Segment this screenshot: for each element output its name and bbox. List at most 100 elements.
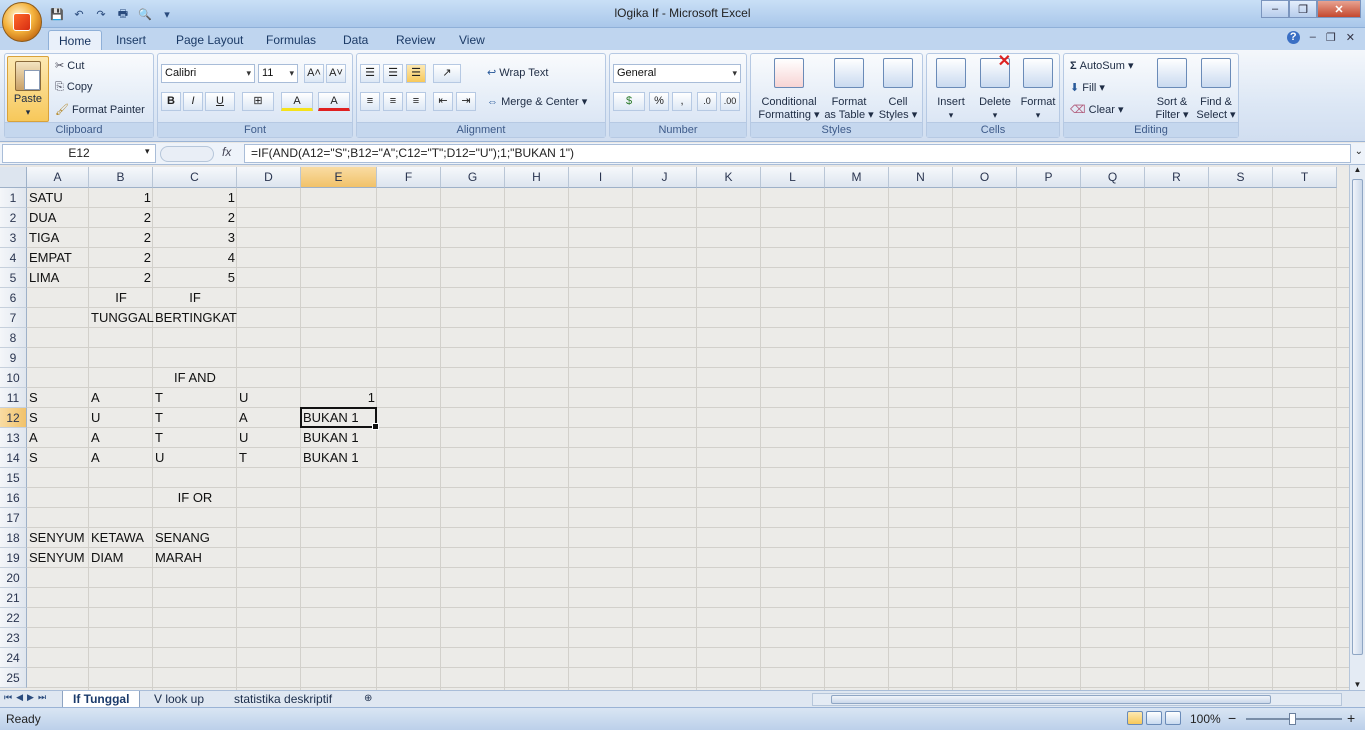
last-sheet-icon[interactable]: ⏭	[38, 692, 46, 703]
row-header-8[interactable]: 8	[0, 328, 27, 348]
row-header-10[interactable]: 10	[0, 368, 27, 388]
column-header-k[interactable]: K	[697, 167, 761, 188]
underline-button[interactable]: U	[205, 92, 235, 111]
cell-c3[interactable]: 3	[153, 228, 237, 248]
row-header-5[interactable]: 5	[0, 268, 27, 288]
cell-b11[interactable]: A	[89, 388, 153, 408]
cell-c12[interactable]: T	[153, 408, 237, 428]
find-select-button[interactable]: Find & Select ▾	[1194, 56, 1238, 122]
workbook-close-button[interactable]: ✕	[1346, 31, 1355, 44]
horizontal-scrollbar[interactable]	[812, 693, 1342, 706]
name-box[interactable]: E12	[2, 144, 156, 163]
row-header-15[interactable]: 15	[0, 468, 27, 488]
cell-c14[interactable]: U	[153, 448, 237, 468]
row-header-9[interactable]: 9	[0, 348, 27, 368]
column-header-r[interactable]: R	[1145, 167, 1209, 188]
wrap-text-button[interactable]: ↩ Wrap Text	[487, 66, 548, 79]
cell-c1[interactable]: 1	[153, 188, 237, 208]
cell-b19[interactable]: DIAM	[89, 548, 153, 568]
cell-d11[interactable]: U	[237, 388, 301, 408]
format-cells-button[interactable]: Format ▾	[1017, 56, 1059, 122]
expand-formula-bar-icon[interactable]: ⌄	[1355, 146, 1363, 157]
workbook-restore-button[interactable]: ❐	[1326, 31, 1336, 44]
insert-sheet-icon[interactable]: ⊕	[354, 691, 382, 708]
cell-d12[interactable]: A	[237, 408, 301, 428]
cell-c18[interactable]: SENANG	[153, 528, 237, 548]
row-header-14[interactable]: 14	[0, 448, 27, 468]
row-header-11[interactable]: 11	[0, 388, 27, 408]
cell-a14[interactable]: S	[27, 448, 89, 468]
cell-b5[interactable]: 2	[89, 268, 153, 288]
formula-input[interactable]: =IF(AND(A12="S";B12="A";C12="T";D12="U")…	[244, 144, 1351, 163]
horizontal-scroll-thumb[interactable]	[831, 695, 1271, 704]
zoom-out-button[interactable]: −	[1228, 710, 1236, 726]
column-header-b[interactable]: B	[89, 167, 153, 188]
sort-filter-button[interactable]: Sort & Filter ▾	[1150, 56, 1194, 122]
column-header-j[interactable]: J	[633, 167, 697, 188]
cell-b18[interactable]: KETAWA	[89, 528, 153, 548]
cell-styles-button[interactable]: Cell Styles ▾	[875, 56, 921, 122]
row-header-22[interactable]: 22	[0, 608, 27, 628]
merge-center-button[interactable]: ⇔ Merge & Center ▾	[487, 95, 587, 108]
column-header-f[interactable]: F	[377, 167, 441, 188]
column-header-h[interactable]: H	[505, 167, 569, 188]
cell-c10[interactable]: IF AND	[89, 368, 301, 388]
row-header-4[interactable]: 4	[0, 248, 27, 268]
cell-c13[interactable]: T	[153, 428, 237, 448]
grow-font-button[interactable]: A˄	[304, 64, 324, 83]
tab-insert[interactable]: Insert	[106, 30, 156, 50]
cell-e13[interactable]: BUKAN 1	[301, 428, 377, 448]
column-header-o[interactable]: O	[953, 167, 1017, 188]
column-header-q[interactable]: Q	[1081, 167, 1145, 188]
align-right-icon[interactable]: ≡	[406, 92, 426, 111]
prev-sheet-icon[interactable]: ◀	[16, 692, 23, 703]
vertical-scrollbar[interactable]: ▲ ▼	[1349, 165, 1365, 690]
maximize-button[interactable]: ❐	[1289, 0, 1317, 18]
orientation-icon[interactable]: ↗	[433, 64, 461, 83]
name-box-dropdown-icon[interactable]: ▾	[145, 146, 150, 157]
column-header-e[interactable]: E	[301, 167, 377, 188]
autosum-button[interactable]: Σ AutoSum ▾	[1070, 59, 1134, 72]
cell-a13[interactable]: A	[27, 428, 89, 448]
cell-b6[interactable]: IF	[89, 288, 153, 308]
page-layout-view-icon[interactable]	[1146, 711, 1162, 725]
zoom-level[interactable]: 100%	[1190, 712, 1221, 726]
cell-e11[interactable]: 1	[301, 388, 377, 408]
row-header-17[interactable]: 17	[0, 508, 27, 528]
cell-a19[interactable]: SENYUM	[27, 548, 89, 568]
align-top-icon[interactable]: ☰	[360, 64, 380, 83]
worksheet-grid[interactable]: A B C D E F G H I J K L M N O P Q R S T 1 2 3 4 5 6 7 8 9 10 11 12 13 14 1…	[0, 167, 1349, 690]
cell-c11[interactable]: T	[153, 388, 237, 408]
conditional-formatting-button[interactable]: Conditional Formatting ▾	[755, 56, 823, 122]
paste-button[interactable]: Paste ▾	[7, 56, 49, 122]
cell-c5[interactable]: 5	[153, 268, 237, 288]
copy-button[interactable]: ⎘ Copy	[55, 81, 93, 94]
format-as-table-button[interactable]: Format as Table ▾	[823, 56, 875, 122]
page-break-view-icon[interactable]	[1165, 711, 1181, 725]
cell-b12[interactable]: U	[89, 408, 153, 428]
fill-button[interactable]: ⬇ Fill ▾	[1070, 81, 1105, 94]
shrink-font-button[interactable]: A˅	[326, 64, 346, 83]
cut-button[interactable]: ✂ Cut	[55, 59, 84, 72]
minimize-button[interactable]: –	[1261, 0, 1289, 18]
currency-button[interactable]: $	[613, 92, 645, 111]
row-header-19[interactable]: 19	[0, 548, 27, 568]
zoom-slider-thumb[interactable]	[1289, 713, 1296, 725]
sheet-tab-statistika-deskriptif[interactable]: statistika deskriptif	[224, 691, 342, 708]
align-middle-icon[interactable]: ☰	[383, 64, 403, 83]
comma-button[interactable]: ,	[672, 92, 692, 111]
row-header-2[interactable]: 2	[0, 208, 27, 228]
row-header-20[interactable]: 20	[0, 568, 27, 588]
vertical-scroll-thumb[interactable]	[1352, 179, 1363, 655]
align-center-icon[interactable]: ≡	[383, 92, 403, 111]
font-color-button[interactable]: A	[318, 92, 350, 111]
cell-b1[interactable]: 1	[89, 188, 153, 208]
insert-cells-button[interactable]: Insert ▾	[929, 56, 973, 122]
sheet-tab-v-look-up[interactable]: V look up	[144, 691, 214, 708]
insert-function-icon[interactable]: fx	[222, 145, 231, 159]
cell-c6[interactable]: IF	[153, 288, 237, 308]
row-header-12[interactable]: 12	[0, 408, 27, 428]
zoom-in-button[interactable]: +	[1347, 710, 1355, 726]
column-header-s[interactable]: S	[1209, 167, 1273, 188]
row-header-1[interactable]: 1	[0, 188, 27, 208]
